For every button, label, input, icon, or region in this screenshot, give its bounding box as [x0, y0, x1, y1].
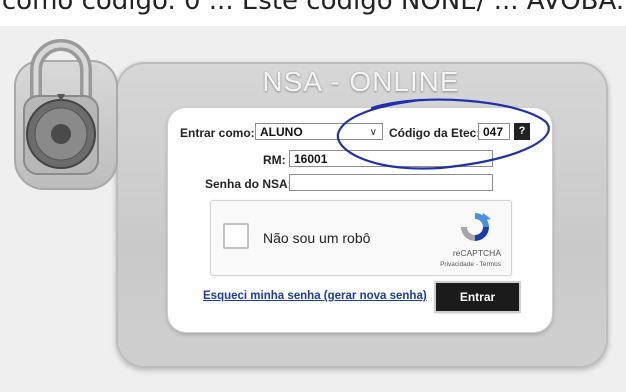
- codigo-etec-input[interactable]: 047: [478, 123, 510, 140]
- entrar-como-value: ALUNO: [260, 125, 303, 139]
- top-caption: como código. 0 ... Este código NONE/ ...…: [1, 0, 625, 16]
- recaptcha-label: Não sou um robô: [263, 230, 371, 246]
- entrar-como-select[interactable]: ALUNO ∨: [255, 123, 383, 140]
- recaptcha-brand: reCAPTCHA: [452, 248, 501, 258]
- recaptcha-checkbox[interactable]: [223, 223, 249, 249]
- codigo-etec-label: Código da Etec:: [389, 126, 481, 140]
- combination-lock-icon: [23, 39, 99, 175]
- recaptcha-terms-link[interactable]: Privacidade - Termos: [440, 261, 501, 268]
- recaptcha-logo-icon: [461, 213, 491, 241]
- senha-input[interactable]: [289, 174, 493, 191]
- select-chevron-icon: ∨: [369, 127, 377, 138]
- rm-input[interactable]: 16001: [289, 150, 493, 167]
- help-button[interactable]: ?: [514, 123, 530, 140]
- senha-label: Senha do NSA:: [205, 177, 292, 191]
- recaptcha-widget: Não sou um robô reCAPTCHA Privacidade - …: [210, 200, 512, 276]
- rm-label: RM:: [263, 153, 286, 167]
- enter-button[interactable]: Entrar: [436, 283, 519, 311]
- panel-title: NSA - ONLINE: [262, 66, 460, 97]
- forgot-password-link[interactable]: Esqueci minha senha (gerar nova senha): [203, 290, 427, 302]
- entrar-como-label: Entrar como:: [180, 126, 255, 140]
